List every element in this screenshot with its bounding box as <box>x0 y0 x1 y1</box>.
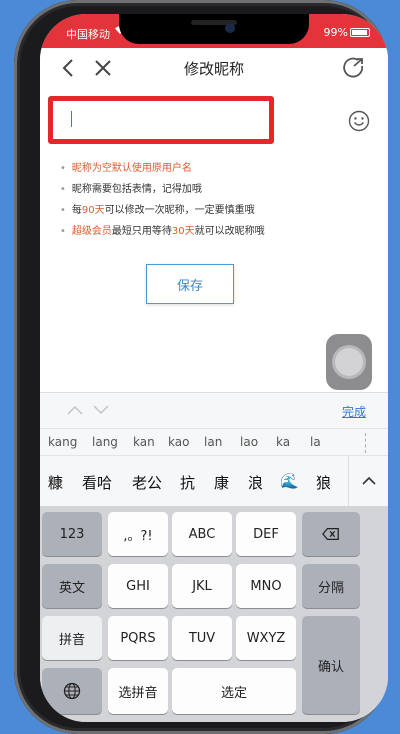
notch <box>119 14 309 44</box>
word-candidate[interactable]: 抗 <box>180 472 195 493</box>
emoji-icon[interactable] <box>348 110 370 132</box>
key-pqrs[interactable]: PQRS <box>108 616 168 660</box>
word-candidate-row: 糠 看哈 老公 抗 康 浪 🌊 狼 <box>40 456 388 506</box>
pinyin-candidate[interactable]: lao <box>240 435 258 449</box>
pinyin-candidate-row: kang lang kan kao lan lao ka la <box>40 428 388 456</box>
delete-key[interactable] <box>302 512 360 556</box>
battery-icon <box>350 28 370 37</box>
key-select[interactable]: 选定 <box>172 668 296 714</box>
key-punctuation[interactable]: ,。?! <box>108 512 168 556</box>
text-caret <box>71 111 72 127</box>
phone-frame: 中国移动 99% 修改昵称 • 昵称为空默认使用原用户名 • 昵称需要包括表情，… <box>14 0 388 734</box>
globe-key[interactable] <box>42 668 102 714</box>
done-button[interactable]: 完成 <box>342 403 366 420</box>
pinyin-candidate[interactable]: lan <box>204 435 222 449</box>
word-candidate[interactable]: 🌊 <box>280 472 299 490</box>
chevron-up-icon[interactable] <box>66 405 84 415</box>
tip-item: 超级会员最短只用等待30天就可以改昵称哦 <box>60 221 265 242</box>
nickname-tips-list: 昵称为空默认使用原用户名 昵称需要包括表情，记得加哦 每90天可以修改一次昵称，… <box>60 158 265 242</box>
word-candidate[interactable]: 狼 <box>316 472 330 493</box>
word-candidate[interactable]: 康 <box>214 472 229 493</box>
save-button[interactable]: 保存 <box>146 264 234 304</box>
pinyin-candidate[interactable]: lang <box>92 435 118 449</box>
navigation-bar: 修改昵称 <box>40 48 388 88</box>
key-pinyin[interactable]: 拼音 <box>42 616 102 660</box>
nickname-input[interactable] <box>48 96 274 144</box>
status-bar: 中国移动 99% <box>40 14 388 48</box>
page-title: 修改昵称 <box>183 60 244 78</box>
word-candidate[interactable]: 浪 <box>248 472 263 493</box>
candidate-toolbar: 完成 <box>40 392 388 428</box>
key-separator[interactable]: 分隔 <box>302 564 360 608</box>
word-candidate[interactable]: 老公 <box>132 472 162 493</box>
key-wxyz[interactable]: WXYZ <box>236 616 296 660</box>
key-select-pinyin[interactable]: 选拼音 <box>108 668 168 714</box>
key-mno[interactable]: MNO <box>236 564 296 608</box>
key-123[interactable]: 123 <box>42 512 102 556</box>
pinyin-candidate[interactable]: kang <box>48 435 77 449</box>
candidate-expand-button[interactable] <box>348 456 388 506</box>
pinyin-candidate[interactable]: kan <box>133 435 155 449</box>
assistive-touch-button[interactable] <box>326 334 372 390</box>
chevron-down-icon[interactable] <box>92 405 110 415</box>
edit-nickname-content: 昵称为空默认使用原用户名 昵称需要包括表情，记得加哦 每90天可以修改一次昵称，… <box>40 88 388 392</box>
phone-screen: 中国移动 99% 修改昵称 • 昵称为空默认使用原用户名 • 昵称需要包括表情，… <box>40 14 388 722</box>
word-candidate[interactable]: 糠 <box>48 472 63 493</box>
chevron-up-icon <box>362 476 376 485</box>
key-def[interactable]: DEF <box>236 512 296 556</box>
word-candidate[interactable]: 看哈 <box>82 472 112 493</box>
battery-percent: 99% <box>323 26 348 39</box>
pinyin-candidate[interactable]: la <box>310 435 321 449</box>
tip-item: 昵称需要包括表情，记得加哦 <box>60 179 265 200</box>
tip-item: 每90天可以修改一次昵称，一定要慎重哦 <box>60 200 265 221</box>
backspace-icon <box>322 527 339 541</box>
front-camera <box>225 23 235 33</box>
key-tuv[interactable]: TUV <box>172 616 232 660</box>
pinyin-row-divider <box>365 433 366 453</box>
share-icon[interactable] <box>340 56 366 80</box>
confirm-key[interactable]: 确认 <box>302 616 360 714</box>
globe-icon <box>63 682 81 700</box>
key-english[interactable]: 英文 <box>42 564 102 608</box>
keyboard: 123 ,。?! ABC DEF 英文 GHI JKL MNO 分隔 拼音 PQ… <box>40 506 388 722</box>
tip-item: 昵称为空默认使用原用户名 <box>60 158 265 179</box>
pinyin-candidate[interactable]: kao <box>168 435 189 449</box>
key-abc[interactable]: ABC <box>172 512 232 556</box>
carrier-label: 中国移动 <box>66 28 110 41</box>
key-ghi[interactable]: GHI <box>108 564 168 608</box>
pinyin-candidate[interactable]: ka <box>276 435 290 449</box>
key-jkl[interactable]: JKL <box>172 564 232 608</box>
